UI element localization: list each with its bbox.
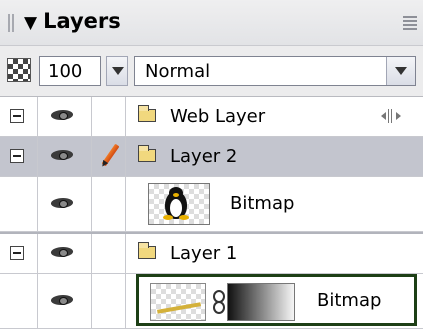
blend-mode-select[interactable]: Normal	[134, 56, 416, 86]
eye-icon[interactable]	[51, 246, 75, 260]
panel-title-text: Layers	[43, 9, 121, 33]
bitmap-thumbnail[interactable]	[150, 283, 206, 321]
folder-icon	[138, 105, 156, 122]
opacity-dropdown-button[interactable]	[106, 56, 128, 86]
eye-icon[interactable]	[51, 294, 75, 308]
mask-thumbnail[interactable]	[227, 283, 295, 321]
folder-icon	[138, 242, 156, 259]
pencil-icon[interactable]	[98, 143, 122, 169]
panel-header: ▼ Layers	[0, 0, 423, 46]
layers-panel: ▼ Layers 100 Normal Web Layer Layer 2 Bi…	[0, 0, 423, 329]
chevron-down-icon[interactable]	[386, 57, 415, 85]
eye-icon[interactable]	[51, 149, 75, 163]
penguin-icon	[162, 187, 190, 221]
eye-icon[interactable]	[51, 197, 75, 211]
collapse-icon[interactable]	[10, 109, 24, 123]
grip-icon[interactable]	[8, 14, 16, 32]
bitmap-row-layer-2[interactable]: Bitmap	[0, 177, 423, 232]
layer-row-layer-2[interactable]: Layer 2	[0, 137, 423, 177]
panel-menu-icon[interactable]	[403, 16, 417, 30]
layers-list: Web Layer Layer 2 Bitmap Layer 1 Bitmap	[0, 97, 423, 329]
collapse-icon[interactable]	[10, 246, 24, 260]
opacity-field[interactable]: 100	[39, 56, 101, 86]
bitmap-label[interactable]: Bitmap	[230, 193, 294, 214]
selected-bitmap-frame[interactable]: Bitmap	[136, 274, 417, 326]
panel-title[interactable]: ▼ Layers	[24, 9, 121, 33]
folder-icon	[138, 145, 156, 162]
layer-row-layer-1[interactable]: Layer 1	[0, 232, 423, 274]
web-layer-icon	[381, 109, 401, 123]
triangle-down-icon[interactable]: ▼	[24, 13, 37, 33]
checker-icon	[7, 58, 31, 82]
layer-row-web[interactable]: Web Layer	[0, 97, 423, 137]
layers-toolbar: 100 Normal	[0, 46, 423, 97]
bitmap-label[interactable]: Bitmap	[317, 290, 381, 311]
eye-icon[interactable]	[51, 109, 75, 123]
collapse-icon[interactable]	[10, 149, 24, 163]
layer-name[interactable]: Layer 2	[170, 146, 237, 167]
layer-name[interactable]: Web Layer	[170, 106, 265, 127]
layer-name[interactable]: Layer 1	[170, 243, 237, 264]
bitmap-thumbnail[interactable]	[148, 183, 210, 225]
blend-mode-value: Normal	[145, 61, 211, 82]
link-chain-icon[interactable]	[212, 289, 225, 315]
